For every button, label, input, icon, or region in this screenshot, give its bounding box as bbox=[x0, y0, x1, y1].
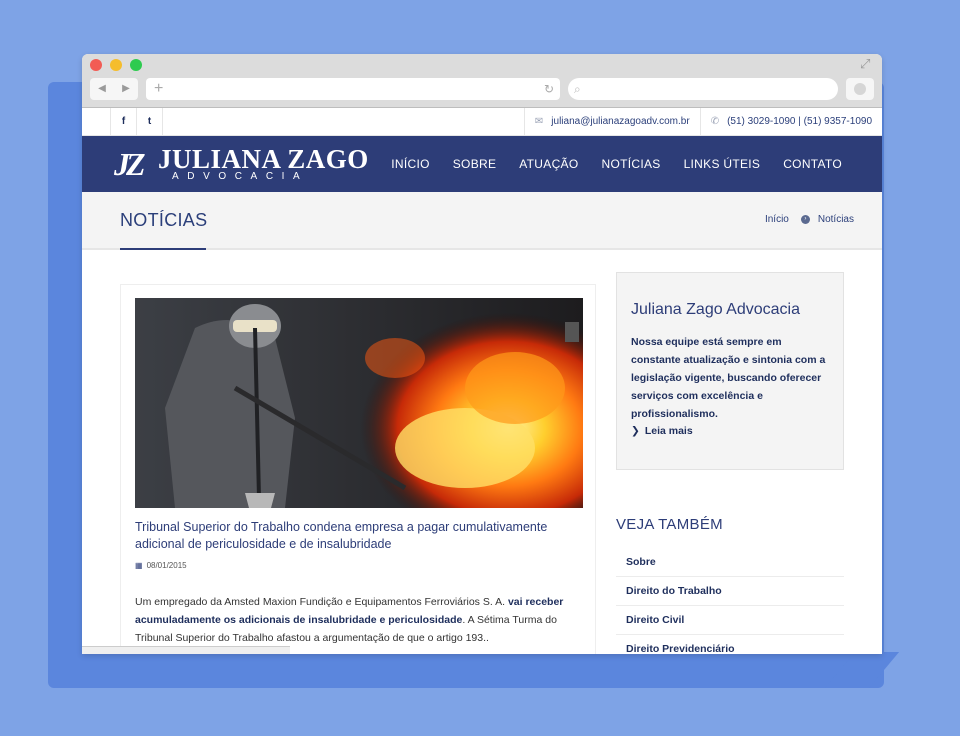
search-icon: ⌕ bbox=[574, 82, 581, 96]
see-also-item-direito-do-trabalho[interactable]: Direito do Trabalho bbox=[616, 577, 844, 606]
email-link[interactable]: ✉ juliana@julianazagoadv.com.br bbox=[523, 108, 700, 136]
breadcrumb-separator-icon: › bbox=[800, 215, 810, 224]
logo-monogram: JZ bbox=[114, 146, 146, 182]
read-more-link[interactable]: ❯ Leia mais bbox=[631, 425, 693, 437]
facebook-icon[interactable]: f bbox=[111, 108, 137, 136]
nav-contato[interactable]: CONTATO bbox=[783, 136, 842, 192]
nav-noticias[interactable]: NOTÍCIAS bbox=[601, 136, 660, 192]
see-also-list: Sobre Direito do Trabalho Direito Civil … bbox=[616, 548, 844, 654]
nav-links-uteis[interactable]: LINKS ÚTEIS bbox=[684, 136, 761, 192]
chevron-right-icon: ❯ bbox=[631, 425, 640, 437]
post-excerpt: Um empregado da Amsted Maxion Fundição e… bbox=[135, 593, 583, 647]
post-excerpt-part-1: Um empregado da Amsted Maxion Fundição e… bbox=[135, 596, 508, 608]
fullscreen-icon[interactable]: ⤢ bbox=[860, 58, 874, 72]
post-title-link[interactable]: Tribunal Superior do Trabalho condena em… bbox=[135, 519, 555, 553]
about-widget: Juliana Zago Advocacia Nossa equipe está… bbox=[616, 272, 844, 470]
page-title: NOTÍCIAS bbox=[120, 210, 208, 230]
main-nav: INÍCIO SOBRE ATUAÇÃO NOTÍCIAS LINKS ÚTEI… bbox=[368, 136, 842, 192]
nav-inicio[interactable]: INÍCIO bbox=[391, 136, 429, 192]
close-window-button[interactable] bbox=[90, 59, 102, 71]
about-widget-text: Nossa equipe está sempre em constante at… bbox=[631, 336, 826, 420]
post-date: ▦ 08/01/2015 bbox=[135, 561, 187, 570]
minimize-window-button[interactable] bbox=[110, 59, 122, 71]
history-buttons: ◀ ▶ bbox=[90, 78, 138, 100]
calendar-icon: ▦ bbox=[135, 561, 143, 570]
back-button[interactable]: ◀ bbox=[90, 78, 114, 100]
foundry-worker-illustration bbox=[135, 298, 583, 508]
contact-info: ✉ juliana@julianazagoadv.com.br ✆ (51) 302… bbox=[523, 108, 882, 136]
see-also-item-direito-previdenciario[interactable]: Direito Previdenciário bbox=[616, 635, 844, 654]
post-date-text: 08/01/2015 bbox=[146, 561, 187, 570]
phone-icon: ✆ bbox=[710, 116, 720, 127]
forward-button[interactable]: ▶ bbox=[114, 78, 138, 100]
new-tab-icon[interactable]: + bbox=[154, 78, 163, 100]
about-widget-title: Juliana Zago Advocacia bbox=[631, 301, 800, 318]
reload-icon[interactable]: ↻ bbox=[544, 78, 554, 100]
site-topbar: f t ✉ juliana@julianazagoadv.com.br ✆ (51)… bbox=[82, 108, 882, 136]
main-content: Tribunal Superior do Trabalho condena em… bbox=[82, 250, 882, 654]
logo-name: JULIANA ZAGO bbox=[158, 144, 369, 174]
logo-wordmark: JULIANA ZAGO ADVOCACIA bbox=[158, 146, 369, 182]
site-header: JZ JULIANA ZAGO ADVOCACIA INÍCIO SOBRE A… bbox=[82, 136, 882, 192]
see-also-item-sobre[interactable]: Sobre bbox=[616, 548, 844, 577]
phone-text: (51) 3029-1090 | (51) 9357-1090 bbox=[727, 116, 872, 127]
page-title-bar: NOTÍCIAS Início › Notícias bbox=[82, 192, 882, 250]
social-links: f t bbox=[110, 108, 163, 136]
breadcrumb-home[interactable]: Início bbox=[765, 214, 789, 225]
see-also-title: VEJA TAMBÉM bbox=[616, 516, 723, 533]
browser-search-input[interactable]: ⌕ bbox=[568, 78, 838, 100]
browser-window: ⤢ ◀ ▶ + ↻ ⌕ f t ✉ juliana@julianazagoadv.… bbox=[82, 54, 882, 654]
site-logo[interactable]: JZ JULIANA ZAGO ADVOCACIA bbox=[114, 144, 369, 184]
horizontal-scrollbar[interactable] bbox=[82, 646, 290, 654]
see-also-item-direito-civil[interactable]: Direito Civil bbox=[616, 606, 844, 635]
extension-button[interactable] bbox=[846, 78, 874, 100]
address-bar[interactable]: + ↻ bbox=[146, 78, 560, 100]
twitter-icon[interactable]: t bbox=[137, 108, 163, 136]
nav-atuacao[interactable]: ATUAÇÃO bbox=[519, 136, 578, 192]
read-more-label: Leia mais bbox=[644, 425, 693, 437]
phone-info: ✆ (51) 3029-1090 | (51) 9357-1090 bbox=[699, 108, 882, 136]
maximize-window-button[interactable] bbox=[130, 59, 142, 71]
browser-chrome: ⤢ ◀ ▶ + ↻ ⌕ bbox=[82, 54, 882, 108]
post-image[interactable] bbox=[135, 298, 583, 508]
extension-icon bbox=[854, 83, 866, 95]
breadcrumb-current: Notícias bbox=[817, 214, 854, 225]
nav-sobre[interactable]: SOBRE bbox=[453, 136, 497, 192]
breadcrumb: Início › Notícias bbox=[765, 214, 854, 225]
email-text: juliana@julianazagoadv.com.br bbox=[551, 116, 690, 127]
news-post: Tribunal Superior do Trabalho condena em… bbox=[120, 284, 596, 654]
envelope-icon: ✉ bbox=[534, 116, 544, 127]
